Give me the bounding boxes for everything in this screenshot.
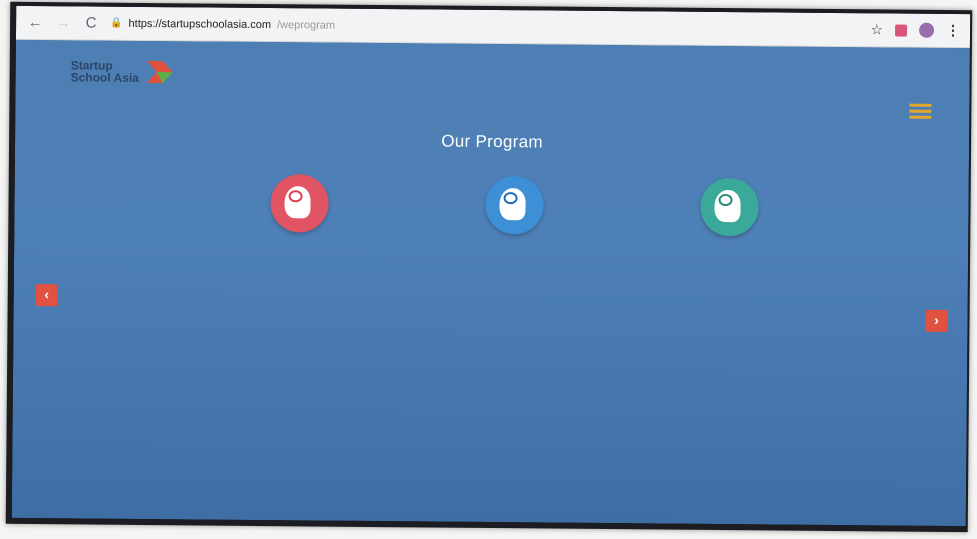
url-host: https://startupschoolasia.com <box>128 17 272 31</box>
profile-avatar-icon[interactable] <box>919 22 935 38</box>
bookmark-star-icon[interactable]: ☆ <box>870 21 883 38</box>
carousel-prev-button[interactable]: ‹ <box>35 284 58 307</box>
forward-icon[interactable]: → <box>54 14 72 31</box>
browser-menu-icon[interactable]: ⋮ <box>946 22 960 39</box>
address-bar[interactable]: 🔒 https://startupschoolasia.com/weprogra… <box>110 11 861 42</box>
program-item <box>634 177 825 255</box>
program-link-1[interactable] <box>204 237 394 251</box>
page-content: Startup School Asia Our Program ‹ › <box>11 39 970 527</box>
description-paragraph <box>126 318 872 325</box>
program-item <box>419 175 610 253</box>
brain-head-icon <box>700 177 759 237</box>
hamburger-menu-icon[interactable] <box>909 103 932 122</box>
reload-icon[interactable]: C <box>82 14 100 31</box>
back-icon[interactable]: ← <box>26 14 44 31</box>
description-paragraph <box>126 318 872 325</box>
page-title: Our Program <box>441 131 543 152</box>
browser-window: ← → C 🔒 https://startupschoolasia.com/we… <box>11 5 971 527</box>
description-paragraph <box>126 311 872 318</box>
brain-head-icon <box>485 175 544 235</box>
program-description <box>126 311 872 325</box>
url-path: /weprogram <box>276 18 336 32</box>
program-link-2[interactable] <box>419 239 609 253</box>
program-item <box>204 173 395 251</box>
description-paragraph <box>126 318 872 325</box>
program-list <box>204 173 825 254</box>
brain-head-icon <box>270 174 329 233</box>
lock-icon: 🔒 <box>110 17 123 29</box>
site-logo[interactable]: Startup School Asia <box>71 58 177 85</box>
page-subtitle <box>15 154 969 162</box>
logo-line2: School Asia <box>70 70 139 85</box>
description-paragraph <box>126 318 872 325</box>
extension-icon[interactable] <box>895 24 908 37</box>
carousel-next-button[interactable]: › <box>925 309 948 332</box>
logo-arrow-icon <box>146 60 173 84</box>
program-link-3[interactable] <box>634 241 824 255</box>
